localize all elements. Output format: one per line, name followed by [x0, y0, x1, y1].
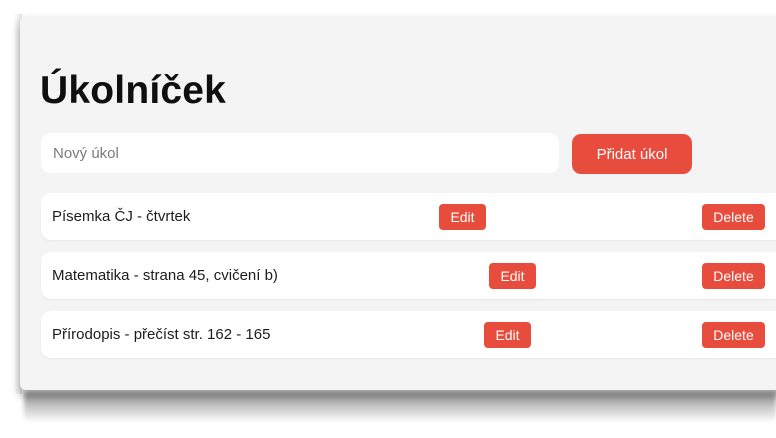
- delete-button[interactable]: Delete: [702, 204, 765, 230]
- todo-card: Úkolníček Přidat úkol Písemka ČJ - čtvrt…: [20, 16, 776, 390]
- new-task-input[interactable]: [41, 133, 559, 173]
- task-text: Matematika - strana 45, cvičení b): [52, 267, 278, 284]
- page: Úkolníček Přidat úkol Písemka ČJ - čtvrt…: [0, 0, 776, 438]
- page-title: Úkolníček: [40, 69, 227, 112]
- edit-button[interactable]: Edit: [439, 204, 486, 230]
- task-text: Přírodopis - přečíst str. 162 - 165: [52, 326, 271, 343]
- add-task-button[interactable]: Přidat úkol: [572, 134, 692, 174]
- delete-button[interactable]: Delete: [702, 263, 765, 289]
- task-item: Písemka ČJ - čtvrtek Edit Delete: [41, 193, 776, 240]
- task-item: Matematika - strana 45, cvičení b) Edit …: [41, 252, 776, 299]
- task-item: Přírodopis - přečíst str. 162 - 165 Edit…: [41, 311, 776, 358]
- shadow-edge-bottom: [24, 392, 776, 422]
- edit-button[interactable]: Edit: [484, 322, 531, 348]
- edit-button[interactable]: Edit: [489, 263, 536, 289]
- task-text: Písemka ČJ - čtvrtek: [52, 208, 191, 225]
- delete-button[interactable]: Delete: [702, 322, 765, 348]
